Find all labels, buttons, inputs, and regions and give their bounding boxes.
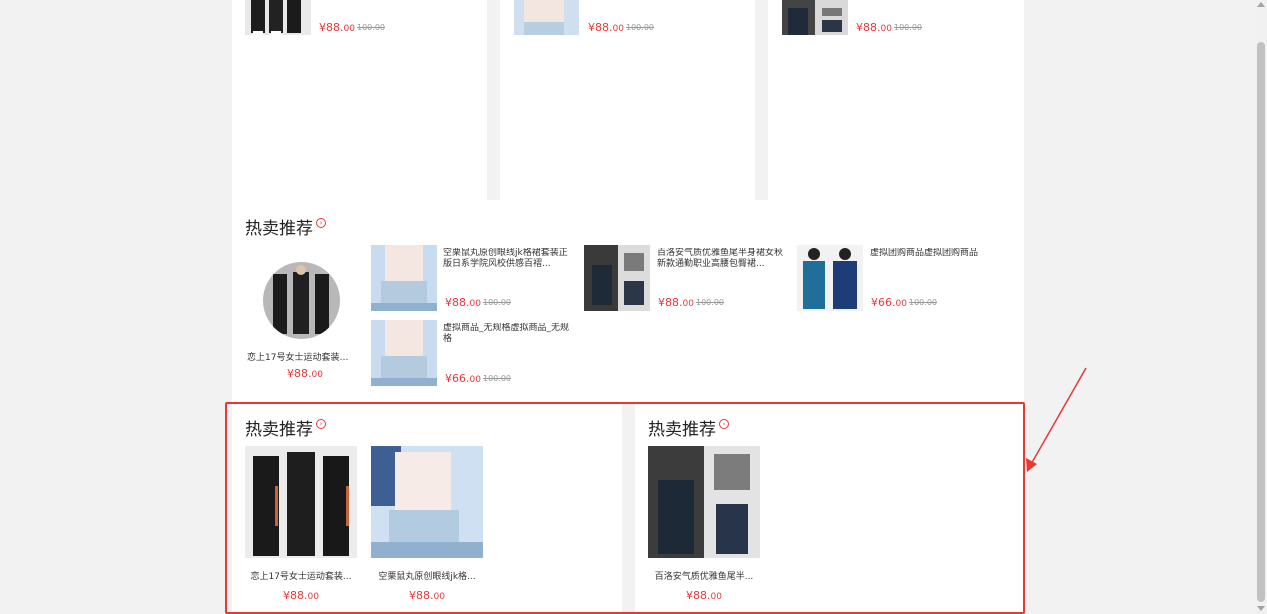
top-column-separator-2	[755, 0, 768, 200]
scroll-down-arrow-icon[interactable]	[1257, 606, 1265, 611]
top-column-separator-1	[487, 0, 500, 200]
product-thumb-blue-dress[interactable]	[797, 245, 863, 311]
scrollbar-thumb[interactable]	[1257, 42, 1265, 602]
product-thumb-fishtail-skirt[interactable]	[782, 0, 848, 35]
top-card-3-price: ¥88.00	[856, 21, 892, 34]
product-title[interactable]: 虚拟商品_无规格虚拟商品_无规格	[443, 323, 575, 345]
top-card-2-price: ¥88.00	[588, 21, 624, 34]
product-thumb-jk-skirt[interactable]	[514, 0, 579, 35]
annotation-arrow	[1026, 367, 1087, 472]
product-thumb-fishtail-skirt[interactable]	[584, 245, 650, 311]
product-price: ¥88.00	[658, 296, 694, 309]
highlight-box	[225, 402, 1025, 614]
product-price: ¥66.00	[871, 296, 907, 309]
chevron-right-circle-icon[interactable]: ›	[316, 218, 326, 228]
product-title[interactable]: 百洛安气质优雅鱼尾半身裙女秋新款通勤职业高腰包臀裙...	[657, 248, 787, 270]
product-thumb-jk-skirt[interactable]	[371, 245, 437, 311]
section-title-hot-1: 热卖推荐	[245, 219, 313, 239]
product-title[interactable]: 空栗鼠丸原创眼线jk格裙套装正版日系学院风校供感百褶...	[443, 248, 575, 270]
product-old-price: 100.00	[483, 374, 511, 383]
top-card-3-old-price: 100.00	[894, 23, 922, 32]
product-title[interactable]: 虚拟团购商品虚拟团购商品	[870, 248, 1000, 270]
featured-product-avatar[interactable]	[263, 262, 340, 339]
featured-product-title[interactable]: 恋上17号女士运动套装女...	[247, 350, 353, 363]
scroll-up-arrow-icon[interactable]	[1257, 2, 1265, 7]
product-price: ¥66.00	[445, 372, 481, 385]
product-old-price: 100.00	[696, 298, 724, 307]
top-card-2-old-price: 100.00	[626, 23, 654, 32]
top-card-1-old-price: 100.00	[357, 23, 385, 32]
top-card-1-price: ¥88.00	[319, 21, 355, 34]
product-old-price: 100.00	[483, 298, 511, 307]
product-price: ¥88.00	[445, 296, 481, 309]
featured-product-price: ¥88.00	[287, 367, 323, 380]
product-thumb-tracksuit[interactable]	[245, 0, 311, 35]
product-thumb-jk-skirt[interactable]	[371, 320, 437, 386]
product-old-price: 100.00	[909, 298, 937, 307]
